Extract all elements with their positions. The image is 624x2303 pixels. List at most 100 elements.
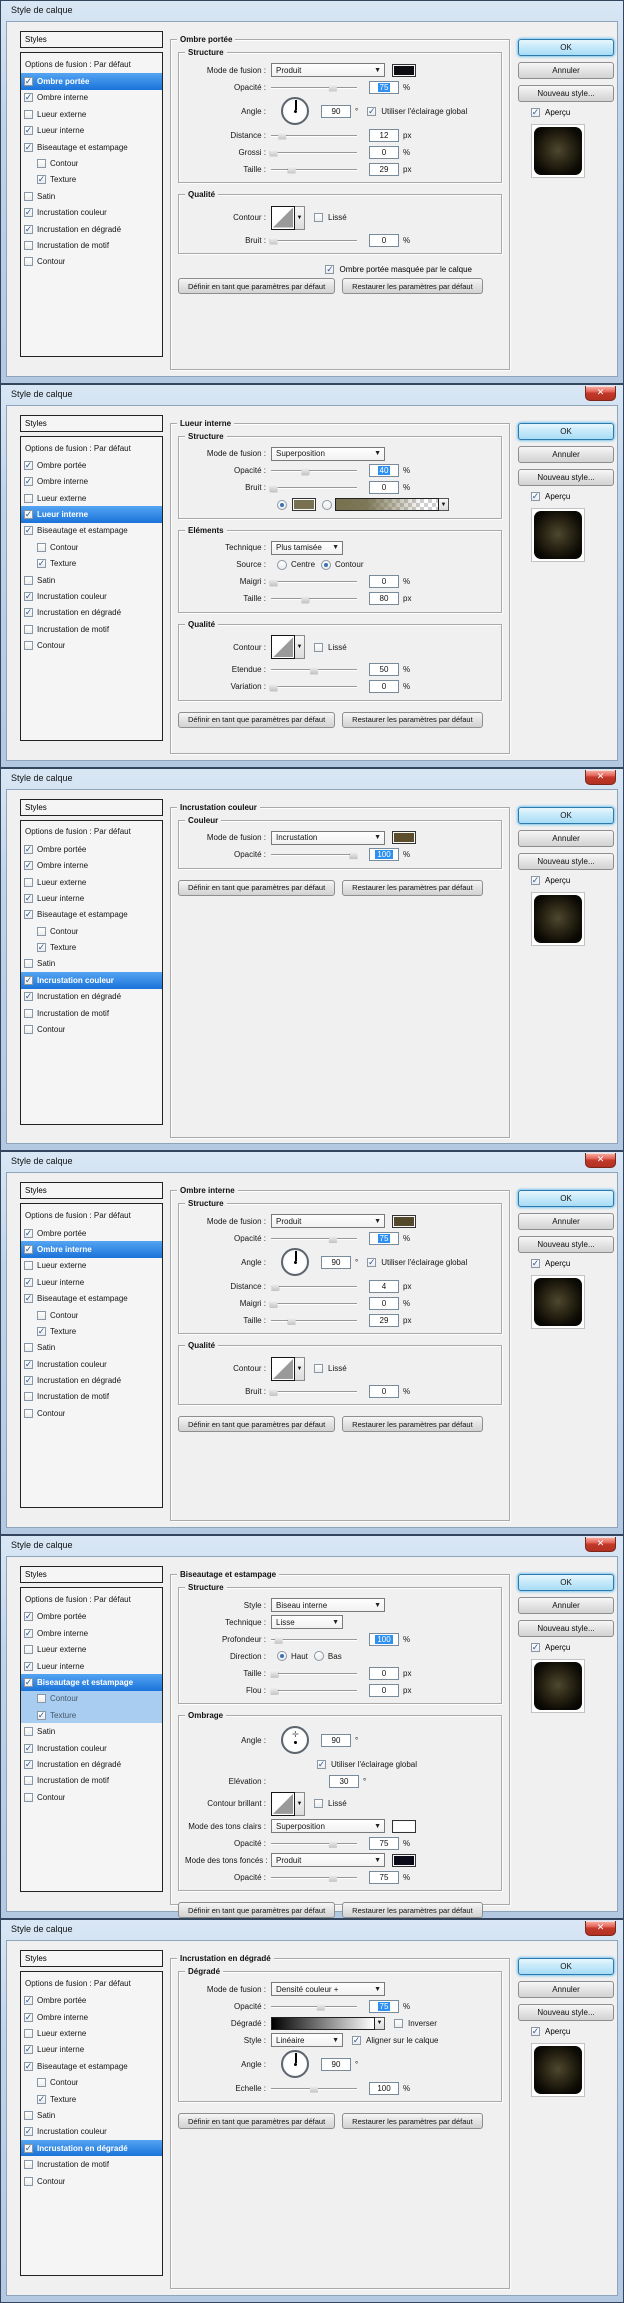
- preview-checkbox[interactable]: ✓: [531, 491, 540, 501]
- value-input[interactable]: 90: [321, 104, 351, 118]
- slider[interactable]: [269, 576, 357, 587]
- contour-picker-button[interactable]: ▼: [295, 205, 305, 230]
- style-enabled-checkbox[interactable]: ✓: [24, 1996, 33, 2006]
- dropdown[interactable]: Incrustation ▼: [271, 830, 385, 845]
- set-defaults-button[interactable]: Définir en tant que paramètres par défau…: [178, 711, 336, 728]
- sidebar-item-ombre-interne[interactable]: ✓ Ombre interne: [21, 1241, 162, 1258]
- anti-aliased-checkbox[interactable]: [314, 1799, 323, 1809]
- style-enabled-checkbox[interactable]: [37, 1310, 46, 1320]
- style-enabled-checkbox[interactable]: ✓: [24, 1677, 33, 1687]
- style-enabled-checkbox[interactable]: [24, 641, 33, 651]
- style-enabled-checkbox[interactable]: [24, 2176, 33, 2186]
- close-button[interactable]: ✕: [585, 1153, 616, 1169]
- contour-thumbnail[interactable]: [271, 205, 295, 230]
- value-input[interactable]: 0: [369, 575, 399, 589]
- title-bar[interactable]: Style de calque ✕: [1, 1920, 623, 1940]
- close-button[interactable]: ✕: [585, 1921, 616, 1937]
- slider-thumb[interactable]: [271, 1281, 280, 1291]
- layer-knocks-out-checkbox[interactable]: ✓: [325, 265, 335, 274]
- slider-thumb[interactable]: [310, 2083, 318, 2093]
- sidebar-item-texture[interactable]: ✓ Texture: [21, 1323, 162, 1339]
- sidebar-item-texture[interactable]: ✓ Texture: [21, 172, 162, 188]
- style-enabled-checkbox[interactable]: [24, 877, 33, 887]
- sidebar-item-texture[interactable]: ✓ Texture: [21, 2091, 162, 2107]
- sidebar-item-contour[interactable]: Contour: [21, 155, 162, 171]
- sidebar-item-ombre-portee[interactable]: ✓ Ombre portée: [21, 73, 162, 90]
- style-enabled-checkbox[interactable]: ✓: [24, 1359, 33, 1369]
- sidebar-item-incrustation-de-motif[interactable]: Incrustation de motif: [21, 1389, 162, 1405]
- sidebar-item-contour[interactable]: Contour: [21, 923, 162, 939]
- reset-defaults-button[interactable]: Restaurer les paramètres par défaut: [342, 278, 483, 294]
- value-input[interactable]: 30: [329, 1774, 359, 1788]
- ok-button[interactable]: OK: [518, 1574, 614, 1592]
- style-enabled-checkbox[interactable]: [24, 2029, 33, 2038]
- sidebar-item-incrustation-couleur[interactable]: ✓ Incrustation couleur: [21, 972, 162, 989]
- style-enabled-checkbox[interactable]: [37, 1694, 46, 1704]
- style-enabled-checkbox[interactable]: ✓: [24, 1376, 33, 1386]
- anti-aliased-checkbox[interactable]: [314, 642, 323, 652]
- sidebar-item-lueur-interne[interactable]: ✓ Lueur interne: [21, 123, 162, 139]
- style-enabled-checkbox[interactable]: [24, 624, 33, 634]
- radio-centre[interactable]: [277, 559, 287, 570]
- ok-button[interactable]: OK: [518, 1190, 614, 1208]
- style-enabled-checkbox[interactable]: [37, 159, 46, 169]
- value-input[interactable]: 75: [369, 1231, 399, 1245]
- sidebar-item-contour[interactable]: Contour: [21, 1789, 162, 1805]
- sidebar-item-incrustation-couleur[interactable]: ✓ Incrustation couleur: [21, 2124, 162, 2140]
- checkbox[interactable]: ✓: [367, 106, 377, 116]
- style-enabled-checkbox[interactable]: [24, 257, 33, 267]
- sidebar-item-ombre-portee[interactable]: ✓ Ombre portée: [21, 1993, 162, 2009]
- value-input[interactable]: 29: [369, 162, 399, 176]
- style-enabled-checkbox[interactable]: ✓: [24, 1294, 33, 1304]
- slider-thumb[interactable]: [349, 850, 358, 860]
- style-enabled-checkbox[interactable]: ✓: [37, 1326, 46, 1336]
- sidebar-item-satin[interactable]: Satin: [21, 2107, 162, 2123]
- sidebar-item-contour[interactable]: Contour: [21, 1307, 162, 1323]
- sidebar-item-lueur-externe[interactable]: Lueur externe: [21, 490, 162, 506]
- new-style-button[interactable]: Nouveau style...: [518, 852, 614, 870]
- new-style-button[interactable]: Nouveau style...: [518, 1620, 614, 1638]
- dropdown[interactable]: Superposition ▼: [271, 446, 385, 461]
- slider[interactable]: [271, 1872, 357, 1883]
- sidebar-item-lueur-externe[interactable]: Lueur externe: [21, 2025, 162, 2041]
- sidebar-item-biseautage-et-estampage[interactable]: ✓ Biseautage et estampage: [21, 1674, 162, 1691]
- title-bar[interactable]: Style de calque ✕: [1, 385, 623, 405]
- sidebar-item-lueur-interne[interactable]: ✓ Lueur interne: [21, 1274, 162, 1290]
- sidebar-item-lueur-externe[interactable]: Lueur externe: [21, 1258, 162, 1274]
- slider[interactable]: [271, 1634, 357, 1645]
- preview-checkbox[interactable]: ✓: [531, 1643, 540, 1653]
- sidebar-item-satin[interactable]: Satin: [21, 572, 162, 588]
- sidebar-item-contour[interactable]: Contour: [21, 638, 162, 654]
- checkbox[interactable]: ✓: [367, 1257, 377, 1267]
- style-enabled-checkbox[interactable]: ✓: [24, 477, 33, 487]
- sidebar-item-satin[interactable]: Satin: [21, 1340, 162, 1356]
- style-enabled-checkbox[interactable]: ✓: [24, 1661, 33, 1671]
- title-bar[interactable]: Style de calque ✕: [1, 769, 623, 789]
- slider-thumb[interactable]: [270, 1668, 279, 1678]
- style-enabled-checkbox[interactable]: ✓: [24, 2127, 33, 2137]
- contour-thumbnail[interactable]: [271, 1356, 295, 1381]
- sidebar-item-incrustation-couleur[interactable]: ✓ Incrustation couleur: [21, 1740, 162, 1756]
- ok-button[interactable]: OK: [518, 422, 614, 440]
- sidebar-item-ombre-interne[interactable]: ✓ Ombre interne: [21, 1625, 162, 1641]
- slider-thumb[interactable]: [310, 665, 318, 675]
- slider[interactable]: [271, 1233, 357, 1244]
- style-enabled-checkbox[interactable]: ✓: [24, 460, 33, 470]
- sidebar-item-incrustation-en-degrade[interactable]: ✓ Incrustation en dégradé: [21, 989, 162, 1005]
- title-bar[interactable]: Style de calque ✕: [1, 1152, 623, 1172]
- style-enabled-checkbox[interactable]: [24, 240, 33, 250]
- sidebar-item-lueur-externe[interactable]: Lueur externe: [21, 1641, 162, 1657]
- sidebar-item-contour[interactable]: Contour: [21, 1021, 162, 1037]
- reset-defaults-button[interactable]: Restaurer les paramètres par défaut: [342, 711, 483, 728]
- slider-thumb[interactable]: [301, 466, 310, 476]
- style-enabled-checkbox[interactable]: [24, 109, 33, 119]
- style-enabled-checkbox[interactable]: ✓: [37, 559, 46, 569]
- slider-thumb[interactable]: [269, 1386, 278, 1396]
- style-enabled-checkbox[interactable]: [37, 2078, 46, 2088]
- dropdown[interactable]: Produit ▼: [271, 63, 385, 77]
- cancel-button[interactable]: Annuler: [518, 1981, 614, 1999]
- style-enabled-checkbox[interactable]: ✓: [24, 861, 33, 871]
- sidebar-item-incrustation-en-degrade[interactable]: ✓ Incrustation en dégradé: [21, 221, 162, 237]
- slider[interactable]: [269, 482, 357, 493]
- style-enabled-checkbox[interactable]: ✓: [24, 126, 33, 136]
